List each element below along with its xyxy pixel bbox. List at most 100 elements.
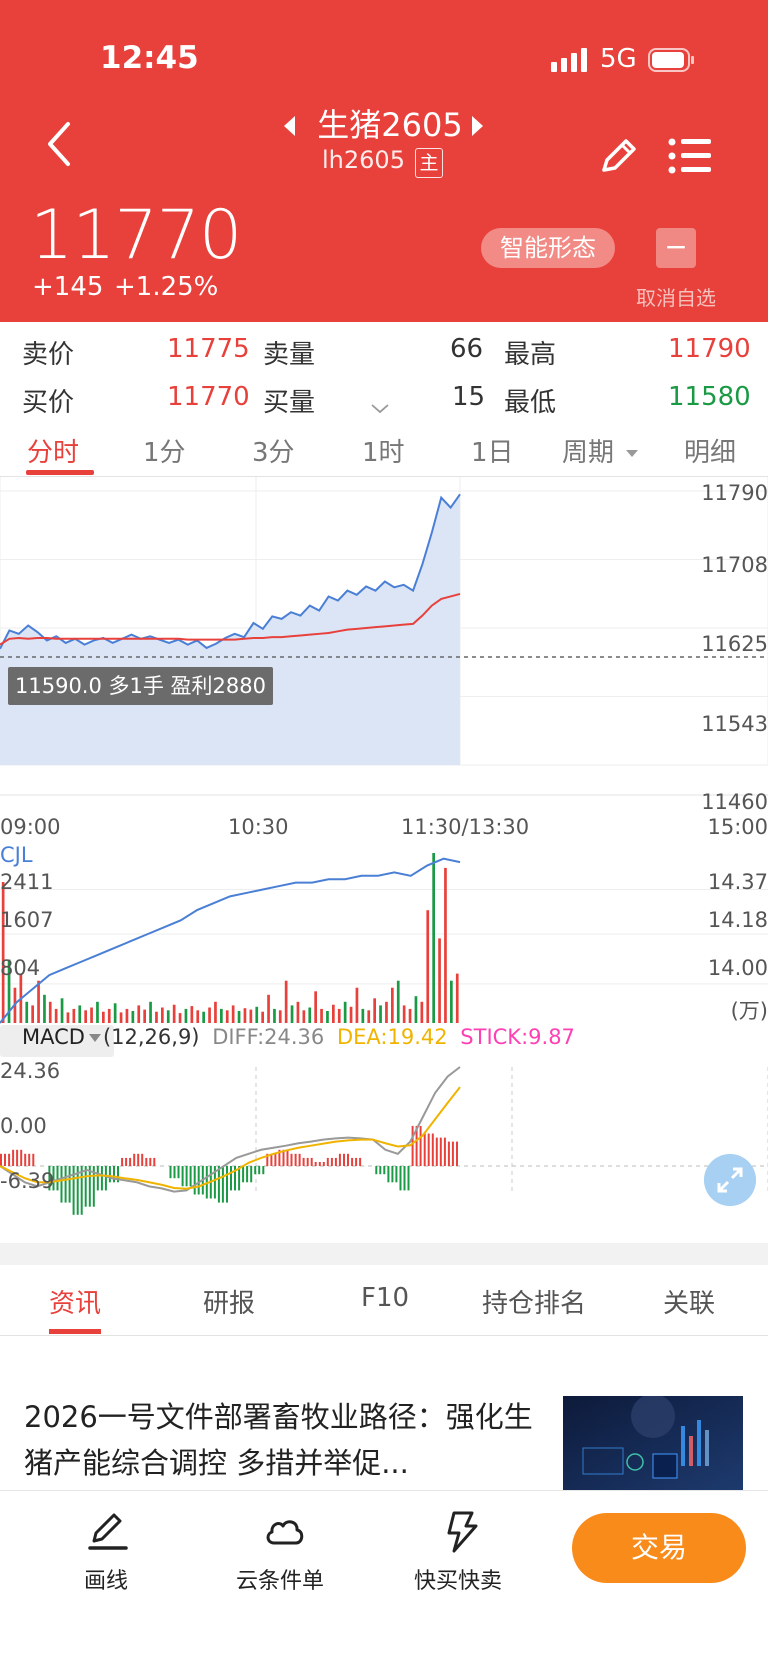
tab-1hour[interactable]: 1时 — [362, 432, 405, 469]
ask-volume: 66 — [450, 334, 484, 364]
volume-bar — [54, 1008, 58, 1023]
macd-name: MACD — [22, 1025, 85, 1049]
cloud-order-label[interactable]: 云条件单 — [236, 1563, 324, 1595]
macd-legend: MACD (12,26,9) DIFF:24.36 DEA:19.42 STICK… — [0, 1025, 575, 1057]
volume-bar — [314, 991, 317, 1023]
tab-detail[interactable]: 明细 — [684, 432, 736, 469]
prev-contract-icon[interactable] — [284, 116, 295, 136]
edit-pen-icon[interactable] — [596, 134, 640, 178]
network-label: 5G — [600, 44, 637, 74]
high-price: 11790 — [668, 334, 751, 364]
volume-bar — [367, 1010, 371, 1023]
volume-bar — [273, 1008, 276, 1023]
volume-bar — [143, 1009, 146, 1023]
price-area-fill — [0, 494, 460, 765]
volume-bar — [190, 1006, 194, 1023]
unwatch-label[interactable]: 取消自选 — [636, 282, 716, 311]
volume-bar — [107, 1008, 111, 1023]
price-change: +145 — [32, 272, 104, 302]
active-news-tab-indicator — [49, 1329, 101, 1334]
volume-bar — [290, 1005, 294, 1023]
news-item-title[interactable]: 2026一号文件部署畜牧业路径：强化生猪产能综合调控 多措并举促... — [24, 1394, 540, 1486]
draw-line-label[interactable]: 画线 — [84, 1563, 128, 1595]
time-tick-label: 11:30/13:30 — [401, 815, 530, 839]
volume-bar — [196, 1010, 200, 1023]
volume-bar — [137, 1005, 141, 1023]
tab-related[interactable]: 关联 — [663, 1283, 715, 1320]
main-contract-badge: 主 — [415, 148, 443, 178]
volume-bar — [379, 1005, 382, 1023]
volume-bar — [267, 994, 270, 1023]
draw-line-icon[interactable] — [86, 1509, 130, 1553]
volume-unit: (万) — [730, 999, 768, 1023]
tab-3min[interactable]: 3分 — [252, 432, 295, 469]
volume-bar — [255, 1006, 259, 1023]
ask-price: 11775 — [167, 334, 250, 364]
active-tab-indicator — [26, 470, 94, 475]
volume-bar — [278, 1010, 282, 1023]
volume-bar — [1, 882, 5, 1023]
back-icon[interactable] — [40, 116, 80, 172]
bid-label: 买价 — [22, 388, 75, 418]
volume-tick-right: 14.00 — [707, 956, 768, 980]
fullscreen-expand-icon[interactable] — [704, 1154, 756, 1206]
bid-volume-label: 买量 — [263, 388, 316, 418]
tab-news[interactable]: 资讯 — [49, 1283, 101, 1320]
tab-timeshare[interactable]: 分时 — [27, 432, 79, 469]
contract-code: lh2605 — [322, 146, 405, 174]
news-thumbnail-image[interactable] — [563, 1396, 743, 1490]
price-tick-label: 11790 — [701, 481, 768, 505]
tab-f10[interactable]: F10 — [361, 1283, 409, 1313]
list-menu-icon[interactable] — [668, 136, 712, 176]
macd-stick: STICK:9.87 — [460, 1025, 575, 1049]
smart-pattern-button[interactable]: 智能形态 — [481, 228, 615, 268]
bottom-toolbar: 画线 云条件单 快买快卖 交易 — [0, 1490, 768, 1670]
volume-bar — [302, 1010, 306, 1023]
macd-dea: DEA:19.42 — [336, 1025, 448, 1049]
volume-bar — [284, 980, 288, 1023]
price-tick-label: 11543 — [701, 712, 768, 736]
header: 12:45 5G 生猪2605 lh2605 主 11770 +145 +1.2… — [0, 0, 768, 322]
cloud-icon[interactable] — [262, 1509, 306, 1553]
volume-bar — [249, 1009, 253, 1023]
volume-bar — [426, 910, 430, 1023]
quick-trade-label[interactable]: 快买快卖 — [414, 1563, 502, 1595]
volume-bar — [450, 980, 453, 1023]
volume-bar — [37, 980, 40, 1023]
volume-bar — [326, 1011, 329, 1023]
bid-price: 11770 — [167, 382, 250, 412]
last-price: 11770 — [30, 196, 242, 275]
low-label: 最低 — [504, 388, 557, 418]
unwatch-button[interactable]: − — [656, 228, 696, 268]
macd-tick: 0.00 — [0, 1114, 47, 1138]
volume-bar — [172, 1004, 176, 1023]
volume-tick-left: 804 — [0, 956, 41, 980]
volume-bar — [385, 1001, 388, 1023]
tab-period[interactable]: 周期 — [562, 432, 639, 469]
volume-tick-right: 14.18 — [707, 908, 768, 932]
position-tooltip: 11590.0 多1手 盈利2880 — [8, 667, 273, 705]
news-list: 2026一号文件部署畜牧业路径：强化生猪产能综合调控 多措并举促... — [0, 1336, 768, 1490]
lightning-icon[interactable] — [440, 1509, 484, 1553]
chart-area[interactable]: 11790 11708 11625 11543 11460 09:00 10:3… — [0, 477, 768, 1243]
tab-research[interactable]: 研报 — [203, 1283, 255, 1320]
section-divider — [0, 1243, 768, 1265]
volume-bar — [31, 1005, 34, 1023]
volume-bar — [296, 1001, 300, 1023]
volume-bar — [149, 1001, 152, 1023]
tab-1min[interactable]: 1分 — [143, 432, 186, 469]
news-tabs: 资讯 研报 F10 持仓排名 关联 — [0, 1265, 768, 1336]
tab-1day[interactable]: 1日 — [471, 432, 514, 469]
expand-quote-icon[interactable] — [370, 404, 390, 414]
trade-button[interactable]: 交易 — [572, 1513, 746, 1583]
next-contract-icon[interactable] — [472, 116, 483, 136]
volume-bar — [438, 938, 441, 1023]
volume-bar — [220, 1008, 223, 1023]
volume-bar — [166, 1010, 170, 1023]
volume-bar — [113, 1003, 117, 1023]
tab-position-rank[interactable]: 持仓排名 — [482, 1283, 586, 1320]
volume-bar — [308, 1007, 312, 1023]
volume-bar — [125, 1008, 129, 1023]
dropdown-caret-icon — [626, 450, 639, 457]
time-tick-label: 09:00 — [0, 815, 61, 839]
